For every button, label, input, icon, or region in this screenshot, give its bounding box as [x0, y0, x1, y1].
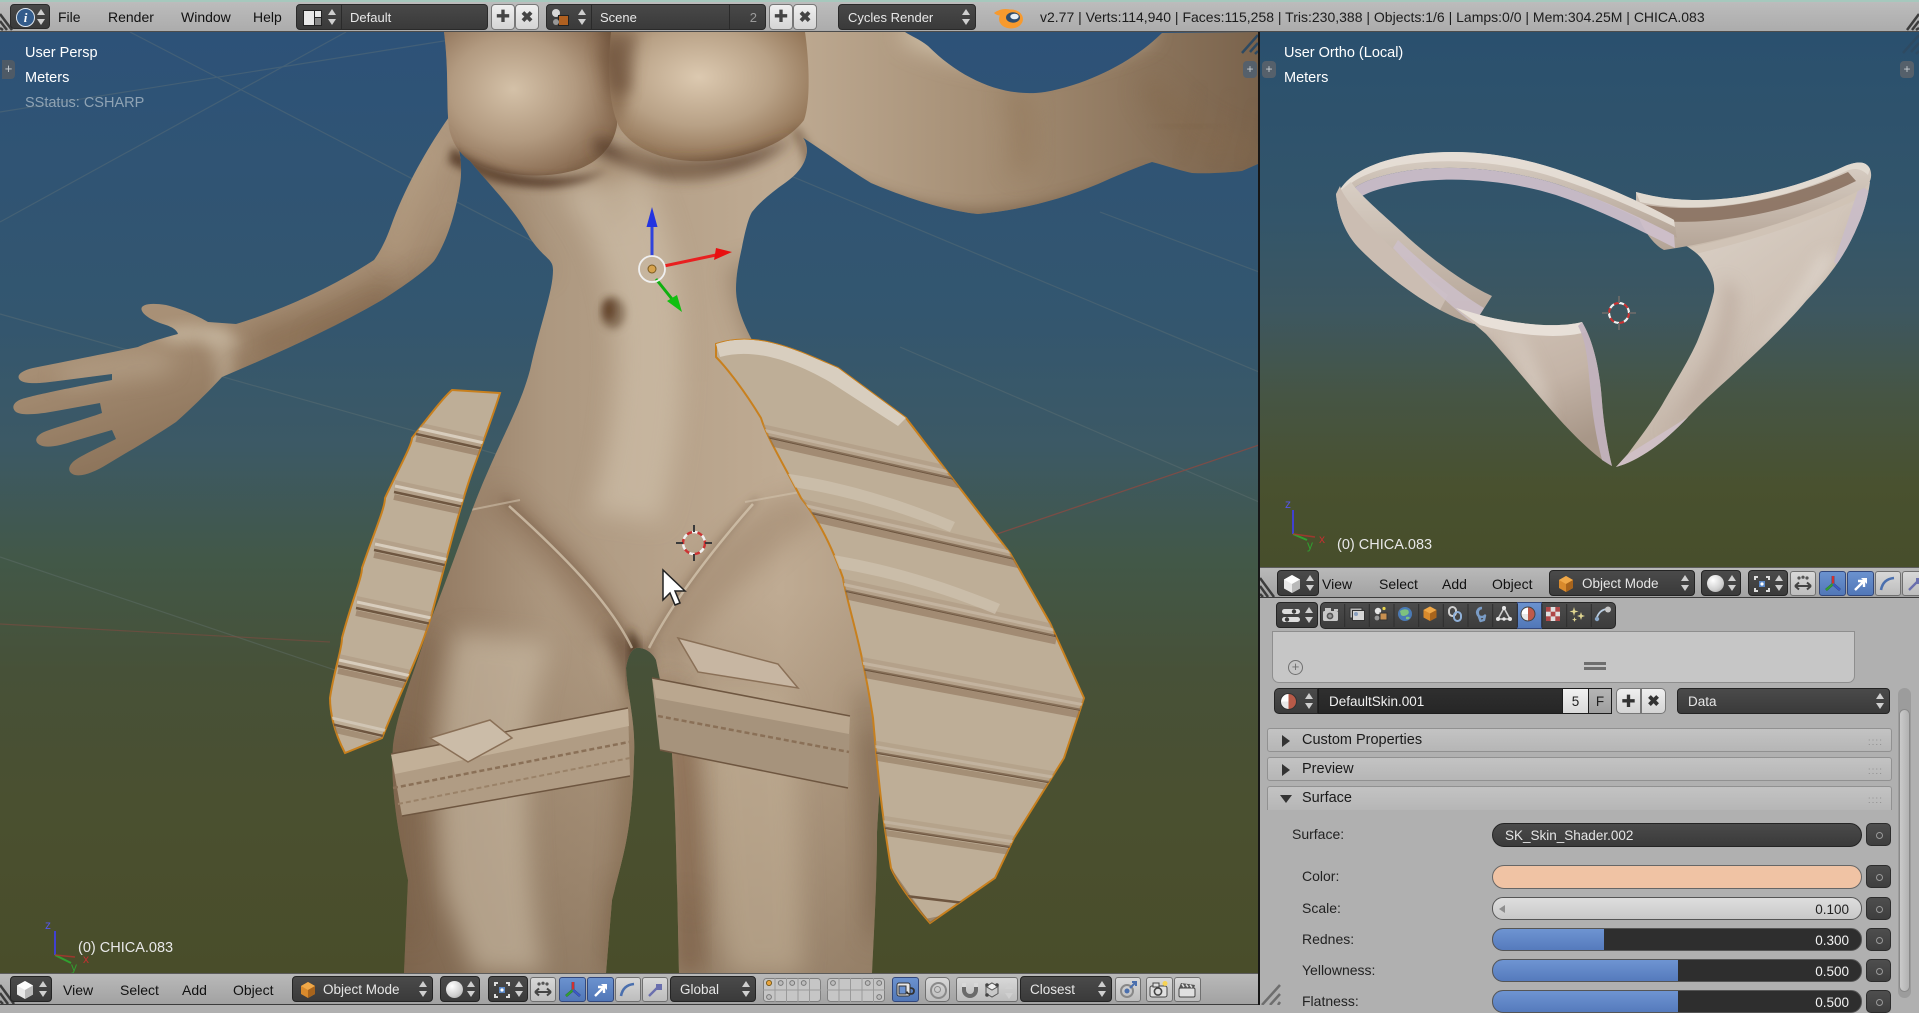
svg-text:y: y [71, 960, 77, 973]
svg-text:z: z [45, 918, 51, 932]
svg-text:y: y [1307, 538, 1313, 552]
svg-text:z: z [1285, 497, 1291, 511]
svg-text:x: x [1319, 532, 1325, 546]
